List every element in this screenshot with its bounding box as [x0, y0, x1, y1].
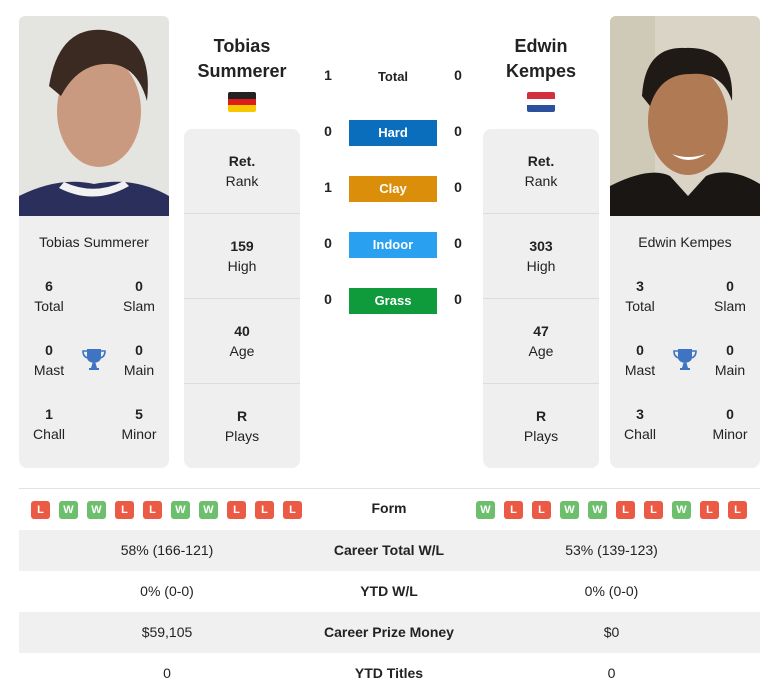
- player1-full-name: Tobias Summerer: [39, 234, 149, 250]
- player1-form-result-badge[interactable]: W: [87, 501, 106, 519]
- player2-prize-money: $0: [603, 624, 620, 640]
- player1-form-result-badge[interactable]: W: [59, 501, 78, 519]
- player2-career-wl: 53% (139-123): [565, 542, 658, 558]
- player1-challenger-titles: 1 Chall: [33, 406, 65, 442]
- player1-form-result-badge[interactable]: L: [255, 501, 274, 519]
- player2-masters-titles: 0 Mast: [624, 342, 656, 378]
- player2-portrait-image: [610, 16, 760, 216]
- player2-photo[interactable]: [610, 16, 760, 216]
- player1-career-wl: 58% (166-121): [120, 542, 214, 558]
- player1-form-result-badge[interactable]: W: [171, 501, 190, 519]
- trophy-icon: [673, 349, 697, 370]
- surface-hard-badge[interactable]: Hard: [349, 120, 437, 146]
- h2h-hard-p2: 0: [454, 123, 462, 139]
- player2-plays: R Plays: [523, 408, 559, 444]
- player1-form-result-badge[interactable]: L: [283, 501, 302, 519]
- surface-indoor-badge[interactable]: Indoor: [349, 232, 437, 258]
- h2h-clay-p2: 0: [454, 179, 462, 195]
- table-row: 0% (0-0) YTD W/L 0% (0-0): [19, 571, 760, 612]
- player1-form-result-badge[interactable]: L: [143, 501, 162, 519]
- player2-rank: Ret. Rank: [483, 129, 599, 214]
- player1-total-titles: 6 Total: [34, 278, 64, 314]
- player2-form-result-badge[interactable]: L: [504, 501, 523, 519]
- h2h-indoor-p1: 0: [324, 235, 332, 251]
- row-label: YTD Titles: [354, 665, 424, 681]
- surface-clay-badge[interactable]: Clay: [349, 176, 437, 202]
- player2-form-result-badge[interactable]: L: [700, 501, 719, 519]
- player1-info-card: Ret. Rank 159 High 40 Age R Plays: [184, 129, 300, 468]
- player1-plays: R Plays: [224, 408, 260, 444]
- germany-flag-icon: [228, 92, 256, 112]
- player2-main-titles: 0 Main: [714, 342, 746, 378]
- player1-career-high: 159 High: [184, 214, 300, 299]
- surface-grass-badge[interactable]: Grass: [349, 288, 437, 314]
- player2-ytd-titles: 0: [607, 665, 616, 681]
- player2-form-result-badge[interactable]: L: [728, 501, 747, 519]
- player2-form-result-badge[interactable]: W: [476, 501, 495, 519]
- h2h-total-label: Total: [377, 69, 409, 84]
- h2h-clay-p1: 1: [324, 179, 332, 195]
- h2h-grass-p2: 0: [454, 291, 462, 307]
- player2-form-result-badge[interactable]: L: [616, 501, 635, 519]
- row-label: Career Prize Money: [324, 624, 454, 640]
- player2-challenger-titles: 3 Chall: [624, 406, 656, 442]
- player1-form-result-badge[interactable]: L: [31, 501, 50, 519]
- player2-form-result-badge[interactable]: W: [560, 501, 579, 519]
- h2h-grass-p1: 0: [324, 291, 332, 307]
- player2-form-result-badge[interactable]: W: [672, 501, 691, 519]
- player1-rank: Ret. Rank: [184, 129, 300, 214]
- table-row: 58% (166-121) Career Total W/L 53% (139-…: [19, 530, 760, 571]
- player2-minor-titles: 0 Minor: [712, 406, 748, 442]
- row-label: YTD W/L: [360, 583, 418, 599]
- h2h-total-p1: 1: [324, 67, 332, 83]
- player1-masters-titles: 0 Mast: [33, 342, 65, 378]
- trophy-icon: [82, 349, 106, 370]
- player1-form-result-badge[interactable]: L: [227, 501, 246, 519]
- player2-full-name: Edwin Kempes: [638, 234, 732, 250]
- player2-total-titles: 3 Total: [625, 278, 655, 314]
- player1-form-result-badge[interactable]: L: [115, 501, 134, 519]
- table-row: $59,105 Career Prize Money $0: [19, 612, 760, 653]
- netherlands-flag-icon: [527, 92, 555, 112]
- player1-photo[interactable]: [19, 16, 169, 216]
- player2-form-result-badge[interactable]: L: [532, 501, 551, 519]
- player2-career-high: 303 High: [483, 214, 599, 299]
- player1-slam-titles: 0 Slam: [123, 278, 155, 314]
- h2h-indoor-p2: 0: [454, 235, 462, 251]
- player1-main-titles: 0 Main: [123, 342, 155, 378]
- player1-prize-money: $59,105: [141, 624, 193, 640]
- player1-ytd-titles: 0: [163, 665, 171, 681]
- h2h-total-p2: 0: [454, 67, 462, 83]
- player2-info-card: Ret. Rank 303 High 47 Age R Plays: [483, 129, 599, 468]
- player2-ytd-wl: 0% (0-0): [584, 583, 639, 599]
- player2-form-result-badge[interactable]: L: [644, 501, 663, 519]
- row-label: Career Total W/L: [333, 542, 445, 558]
- player1-age: 40 Age: [184, 299, 300, 384]
- table-row: 0 YTD Titles 0: [19, 653, 760, 694]
- player2-form-result-badge[interactable]: W: [588, 501, 607, 519]
- player1-minor-titles: 5 Minor: [121, 406, 157, 442]
- h2h-hard-p1: 0: [324, 123, 332, 139]
- player1-portrait-image: [19, 16, 169, 216]
- player1-ytd-wl: 0% (0-0): [140, 583, 194, 599]
- player1-name-heading[interactable]: Tobias Summerer: [172, 34, 312, 84]
- player2-titles-card: Edwin Kempes 3 Total 0 Slam 0 Mast 0 Mai…: [610, 216, 760, 468]
- player2-name-heading[interactable]: Edwin Kempes: [471, 34, 611, 84]
- player2-slam-titles: 0 Slam: [714, 278, 746, 314]
- player1-form-result-badge[interactable]: W: [199, 501, 218, 519]
- player2-age: 47 Age: [483, 299, 599, 384]
- player1-titles-card: Tobias Summerer 6 Total 0 Slam 0 Mast 0 …: [19, 216, 169, 468]
- form-label: Form: [371, 500, 407, 516]
